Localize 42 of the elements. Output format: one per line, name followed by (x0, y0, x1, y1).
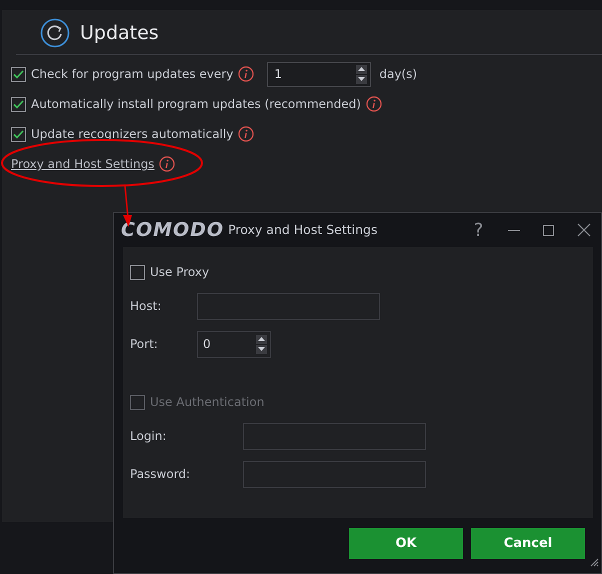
caret-up-icon (258, 337, 265, 341)
input-field[interactable] (243, 460, 426, 488)
option-label: Automatically install program updates (recommended) (31, 96, 361, 113)
info-icon[interactable] (159, 156, 176, 172)
field-label: Host: (130, 298, 162, 315)
info-icon[interactable] (366, 96, 382, 112)
close-icon[interactable] (576, 223, 590, 237)
spin-up-button[interactable] (256, 334, 267, 344)
caret-down-icon (258, 347, 265, 351)
maximize-icon[interactable] (543, 224, 554, 236)
section-title: Updates (80, 20, 159, 46)
spin-down-button[interactable] (256, 344, 267, 354)
spin-down-button[interactable] (356, 74, 368, 84)
input-field[interactable] (243, 422, 426, 450)
checkbox[interactable] (11, 96, 26, 112)
settings-link[interactable]: Proxy and Host Settings (11, 155, 154, 173)
unit-label: day(s) (379, 66, 418, 83)
minimize-icon[interactable] (508, 228, 520, 232)
field-label: Port: (130, 336, 159, 353)
info-icon[interactable] (238, 66, 254, 82)
refresh-icon (40, 18, 70, 48)
logo: COMODO (121, 218, 224, 243)
caret-up-icon (358, 67, 366, 71)
help-button[interactable]: ? (461, 216, 496, 244)
ok-button[interactable]: OK (349, 528, 463, 559)
field-label: Password: (130, 466, 192, 483)
number-field[interactable]: 0 (197, 330, 271, 358)
dialog-title: Proxy and Host Settings (228, 220, 378, 239)
checkbox-label: Use Proxy (150, 264, 210, 281)
input-field[interactable] (197, 292, 380, 320)
caret-down-icon (358, 77, 366, 81)
info-icon[interactable] (238, 126, 254, 142)
checkbox-label: Use Authentication (150, 394, 264, 411)
option-label: Update recognizers automatically (31, 126, 234, 143)
spin-up-button[interactable] (356, 64, 368, 74)
field-label: Login: (130, 428, 168, 445)
checkbox[interactable] (11, 126, 26, 142)
checkbox[interactable] (130, 264, 145, 280)
cancel-button[interactable]: Cancel (471, 528, 585, 559)
checkbox[interactable] (11, 66, 26, 82)
number-field[interactable]: 1 (267, 62, 372, 86)
option-label: Check for program updates every (31, 66, 234, 83)
